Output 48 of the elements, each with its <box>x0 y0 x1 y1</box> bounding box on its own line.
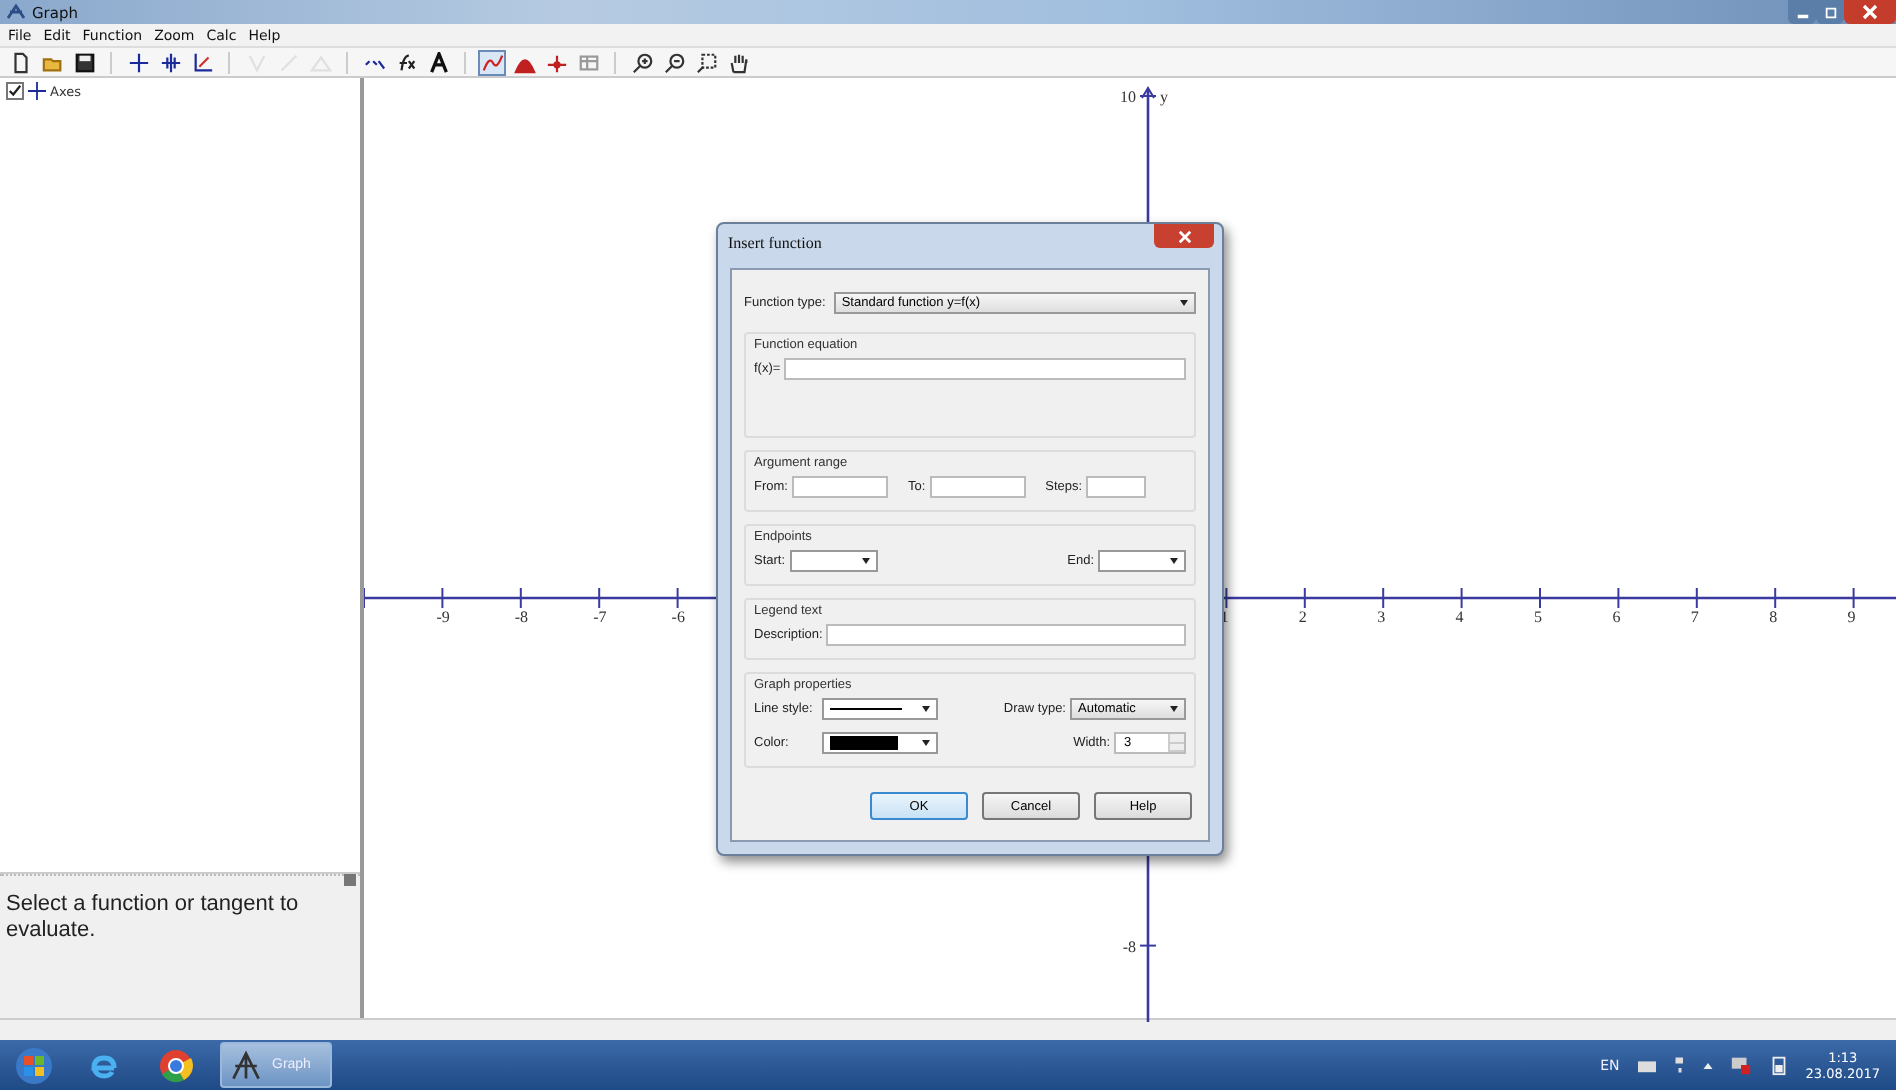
color-dropdown[interactable] <box>822 732 938 754</box>
steps-field[interactable] <box>1086 476 1147 498</box>
maximize-icon <box>1823 5 1837 19</box>
axes-icon[interactable] <box>124 49 152 75</box>
zoom-in-icon[interactable] <box>628 49 656 75</box>
text-icon[interactable] <box>424 49 452 75</box>
end-dropdown[interactable] <box>1098 550 1186 572</box>
maximize-button[interactable] <box>1816 0 1844 24</box>
tick-label: -9 <box>436 608 450 626</box>
tick-label: 4 <box>1455 608 1464 626</box>
description-field[interactable] <box>826 624 1186 646</box>
start-dropdown[interactable] <box>789 550 878 572</box>
app-icon <box>228 1047 264 1083</box>
equation-field[interactable] <box>784 358 1186 380</box>
minimize-button[interactable] <box>1788 0 1816 24</box>
chevron-up-icon[interactable] <box>1701 1059 1714 1071</box>
tick-label: -7 <box>593 608 607 626</box>
tick-label: 2 <box>1298 608 1307 626</box>
save-icon[interactable] <box>70 49 98 75</box>
dialog-title: Insert function <box>728 234 822 252</box>
info-text: Select a function or tangent to evaluate. <box>4 890 301 946</box>
table-icon[interactable] <box>574 49 602 75</box>
keyboard-icon[interactable] <box>1635 1056 1658 1074</box>
close-button[interactable] <box>1844 0 1896 24</box>
axis-label: y <box>1160 88 1168 106</box>
graph-icon[interactable] <box>478 49 506 75</box>
zoom-out-icon[interactable] <box>660 49 688 75</box>
tick-label: 3 <box>1377 608 1386 626</box>
monitor-icon[interactable] <box>1729 1054 1752 1076</box>
to-field[interactable] <box>929 476 1026 498</box>
from-field[interactable] <box>791 476 888 498</box>
tick-label: 7 <box>1690 608 1699 626</box>
tick-label: 10 <box>1120 88 1136 106</box>
tick-label: 8 <box>1769 608 1778 626</box>
tick-label: -8 <box>1122 937 1136 956</box>
app-icon <box>6 2 26 22</box>
axes-icon[interactable] <box>156 49 184 75</box>
close-button[interactable] <box>1154 224 1214 248</box>
battery-icon[interactable] <box>1767 1054 1790 1076</box>
line-style-dropdown[interactable] <box>822 698 938 720</box>
axes-icon <box>28 82 46 100</box>
tick-label: 6 <box>1612 608 1621 626</box>
zoom-icon[interactable] <box>692 49 720 75</box>
tick-label: -6 <box>671 608 685 626</box>
tick-label: 5 <box>1534 608 1542 626</box>
tick-label: -8 <box>514 608 529 626</box>
checkbox[interactable] <box>6 82 24 100</box>
tick-label: 9 <box>1847 608 1856 626</box>
